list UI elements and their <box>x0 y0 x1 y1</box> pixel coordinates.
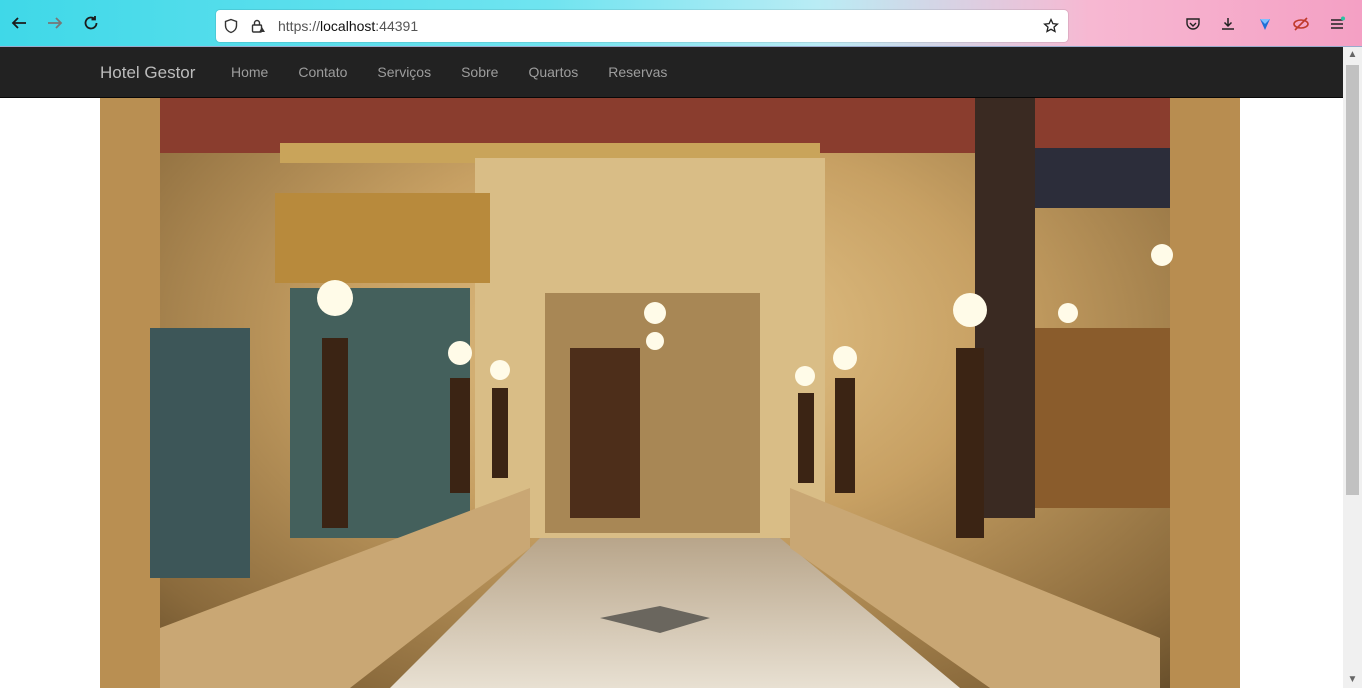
hamburger-menu-icon[interactable] <box>1327 14 1347 34</box>
browser-toolbar: https://localhost:44391 <box>0 0 1362 47</box>
pocket-icon[interactable] <box>1183 14 1203 34</box>
reload-button[interactable] <box>80 12 102 34</box>
nav-links: Home Contato Serviços Sobre Quartos Rese… <box>216 47 682 97</box>
arrow-left-icon <box>11 17 26 29</box>
shield-icon[interactable] <box>222 17 240 35</box>
download-icon[interactable] <box>1218 14 1238 34</box>
forward-button[interactable] <box>44 12 66 34</box>
nav-link-quartos[interactable]: Quartos <box>513 47 593 97</box>
eye-slash-icon[interactable] <box>1291 14 1311 34</box>
nav-link-home[interactable]: Home <box>216 47 283 97</box>
scroll-up-icon[interactable]: ▲ <box>1343 47 1362 63</box>
scroll-thumb[interactable] <box>1346 65 1359 495</box>
url-text[interactable]: https://localhost:44391 <box>278 18 418 34</box>
nav-link-contato[interactable]: Contato <box>283 47 362 97</box>
page-scrollbar[interactable]: ▲ ▼ <box>1343 47 1362 688</box>
nav-link-reservas[interactable]: Reservas <box>593 47 682 97</box>
site-navbar: Hotel Gestor Home Contato Serviços Sobre… <box>0 47 1343 98</box>
url-host: localhost <box>320 18 376 34</box>
url-scheme: https:// <box>278 18 321 34</box>
nav-link-servicos[interactable]: Serviços <box>362 47 446 97</box>
hero-illustration <box>100 98 1240 688</box>
back-button[interactable] <box>8 12 30 34</box>
arrow-right-icon <box>48 17 63 29</box>
extension-icon[interactable] <box>1255 14 1275 34</box>
nav-link-sobre[interactable]: Sobre <box>446 47 513 97</box>
url-bar[interactable]: https://localhost:44391 <box>216 10 1068 42</box>
page-content <box>0 98 1343 688</box>
site-brand[interactable]: Hotel Gestor <box>100 63 195 83</box>
hero-image <box>100 98 1240 688</box>
lock-warning-icon[interactable] <box>249 17 267 35</box>
scroll-down-icon[interactable]: ▼ <box>1343 672 1362 688</box>
bookmark-star-icon[interactable] <box>1042 17 1060 35</box>
reload-icon <box>84 16 98 30</box>
url-port: :44391 <box>375 18 419 34</box>
